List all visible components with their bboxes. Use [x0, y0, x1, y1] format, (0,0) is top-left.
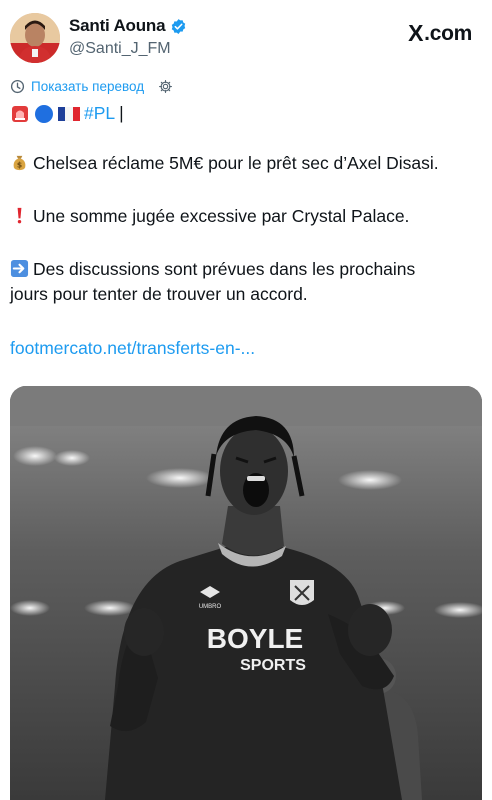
article-link[interactable]: footmercato.net/transferts-en-...: [10, 336, 482, 361]
tweet-line-3-text: Des discussions sont prévues dans les pr…: [33, 259, 416, 279]
user-handle[interactable]: @Santi_J_FM: [69, 40, 171, 58]
blue-circle-emoji-icon: [35, 104, 53, 123]
verified-badge-icon: [172, 18, 186, 34]
tweet-line-1: $ Chelsea réclame 5M€ pour le prêt sec d…: [10, 151, 482, 176]
kit-brand-text: UMBRO: [199, 604, 222, 610]
france-flag-emoji-icon: [58, 106, 80, 121]
display-name[interactable]: Santi Aouna: [69, 16, 166, 36]
translate-row: Показать перевод: [10, 79, 173, 94]
x-com-logo: X .com: [408, 20, 472, 47]
club-crest-icon: [290, 580, 314, 605]
svg-text:$: $: [17, 161, 22, 170]
tweet-line-2: Une somme jugée excessive par Crystal Pa…: [10, 204, 482, 229]
tweet-line-1-text: Chelsea réclame 5M€ pour le prêt sec d’A…: [33, 153, 439, 173]
translate-icon: [10, 79, 25, 94]
text-cursor: |: [119, 103, 124, 123]
tweet-tags-line: #PL |: [10, 101, 482, 126]
right-arrow-emoji-icon: [10, 259, 29, 278]
avatar[interactable]: [10, 13, 60, 63]
siren-emoji-icon: [12, 105, 28, 122]
tweet-header: Santi Aouna @Santi_J_FM X .com: [0, 0, 492, 72]
shirt-sponsor-bottom: SPORTS: [240, 657, 306, 674]
player-photo: BOYLE SPORTS UMBRO: [10, 386, 482, 800]
exclamation-emoji-icon: [17, 207, 22, 224]
money-bag-emoji-icon: $: [13, 155, 26, 171]
gear-icon[interactable]: [158, 79, 173, 94]
x-logo-icon: X: [408, 20, 424, 46]
site-domain: .com: [424, 21, 472, 45]
show-translation-link[interactable]: Показать перевод: [31, 79, 144, 94]
avatar-image: [10, 13, 60, 63]
tweet-media-image[interactable]: BOYLE SPORTS UMBRO: [10, 386, 482, 800]
tweet-line-3b-text: jours pour tenter de trouver un accord.: [10, 284, 308, 304]
shirt-sponsor-top: BOYLE: [207, 623, 303, 654]
tweet-line-2-text: Une somme jugée excessive par Crystal Pa…: [33, 206, 410, 226]
tweet-line-3: Des discussions sont prévues dans les pr…: [10, 257, 482, 307]
hashtag-pl[interactable]: #PL: [84, 101, 115, 126]
author-name-row[interactable]: Santi Aouna: [69, 16, 187, 36]
